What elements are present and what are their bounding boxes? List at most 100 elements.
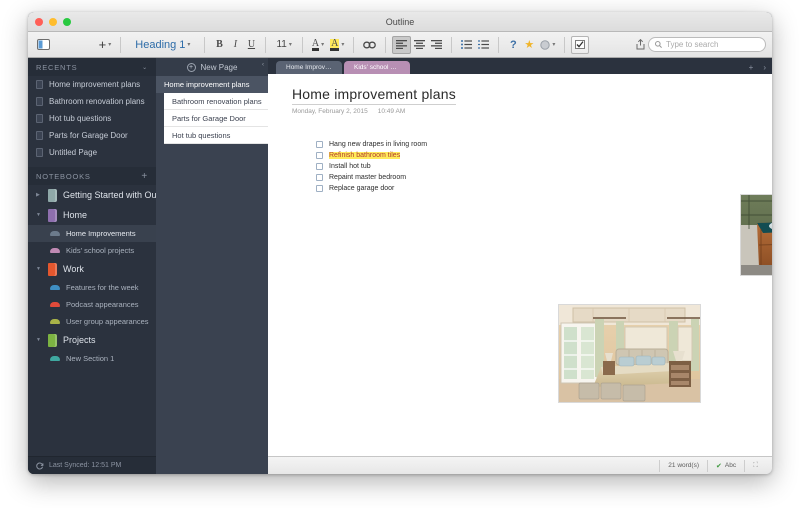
section-row[interactable]: Kids' school projects	[28, 242, 156, 259]
notebook-row[interactable]: ▼ Projects	[28, 330, 156, 350]
checkbox-tool-icon[interactable]	[571, 36, 589, 54]
chevron-down-icon[interactable]: ▾	[108, 41, 111, 48]
tab-overflow-button[interactable]: ›	[763, 63, 766, 72]
search-icon	[655, 41, 662, 48]
new-tab-button[interactable]: +	[749, 63, 754, 72]
todo-list: Hang new drapes in living room Refinish b…	[316, 139, 772, 193]
document-page[interactable]: Home improvement plans Monday, February …	[268, 74, 772, 456]
page-icon	[36, 80, 43, 89]
share-icon[interactable]	[632, 36, 648, 54]
bold-button[interactable]: B	[211, 36, 227, 54]
chevron-down-icon[interactable]: ▾	[341, 41, 344, 48]
numbered-list-icon[interactable]	[475, 36, 492, 54]
disclosure-triangle-icon[interactable]: ▼	[36, 212, 42, 218]
page-list-chevron-icon[interactable]: ‹	[262, 62, 264, 68]
document-tab[interactable]: Home Improvem...	[276, 61, 342, 74]
add-notebook-button[interactable]: +	[141, 171, 148, 182]
section-row[interactable]: Podcast appearances	[28, 296, 156, 313]
star-icon[interactable]: ★	[521, 36, 537, 54]
align-right-icon[interactable]	[428, 36, 445, 54]
bullet-list-icon[interactable]	[458, 36, 475, 54]
title-bar: Outline	[28, 12, 772, 32]
recent-item[interactable]: Home improvement plans	[28, 76, 156, 93]
new-page-button[interactable]: + New Page	[156, 58, 268, 76]
todo-checkbox[interactable]	[316, 174, 323, 181]
recent-item[interactable]: Parts for Garage Door	[28, 127, 156, 144]
bedroom-photo[interactable]	[558, 304, 701, 403]
chevron-down-icon[interactable]: ▾	[187, 41, 190, 48]
highlight-color-label: A	[330, 39, 339, 51]
minimize-window-button[interactable]	[49, 18, 57, 26]
document-tab[interactable]: Kids' school proj...	[344, 61, 410, 74]
page-list-item[interactable]: Bathroom renovation plans	[164, 93, 268, 110]
tab-strip-controls: + ›	[749, 63, 766, 72]
notebook-row[interactable]: ▶Getting Started with Outl	[28, 185, 156, 205]
sidebar-toggle-icon[interactable]	[34, 36, 53, 54]
align-left-icon[interactable]	[392, 36, 411, 54]
resize-handle-icon[interactable]: ⛶	[744, 460, 766, 472]
recent-item-label: Untitled Page	[49, 148, 97, 157]
paragraph-style-dropdown[interactable]: Heading 1 ▾	[127, 36, 198, 54]
section-row[interactable]: User group appearances	[28, 313, 156, 330]
tag-icon[interactable]: ▾	[537, 36, 558, 54]
section-row[interactable]: Features for the week	[28, 279, 156, 296]
recent-item[interactable]: Hot tub questions	[28, 110, 156, 127]
todo-item[interactable]: Replace garage door	[316, 183, 772, 193]
chevron-down-icon[interactable]: ▾	[552, 41, 555, 48]
section-label: Podcast appearances	[66, 300, 139, 309]
todo-checkbox[interactable]	[316, 185, 323, 192]
notebook-label: Projects	[63, 335, 96, 345]
page-meta: Monday, February 2, 2015 10:49 AM	[292, 108, 772, 115]
link-icon[interactable]	[360, 36, 379, 54]
window-controls[interactable]	[35, 18, 71, 26]
disclosure-triangle-icon[interactable]: ▶	[36, 192, 42, 198]
toolbar-divider	[204, 37, 205, 53]
font-size-dropdown[interactable]: 11 ▾	[272, 36, 295, 54]
todo-checkbox[interactable]	[316, 141, 323, 148]
search-input[interactable]: Type to search	[648, 37, 766, 52]
section-row[interactable]: Home Improvements	[28, 225, 156, 242]
chevron-down-icon[interactable]: ▾	[321, 41, 324, 48]
recent-item[interactable]: Bathroom renovation plans	[28, 93, 156, 110]
add-button[interactable]: + ▾	[96, 36, 115, 54]
disclosure-triangle-icon[interactable]: ▼	[36, 266, 42, 272]
section-row[interactable]: New Section 1	[28, 350, 156, 367]
add-label: +	[99, 37, 107, 52]
sidebar: RECENTS ⌄ Home improvement plansBathroom…	[28, 58, 156, 474]
section-tab-icon	[50, 302, 60, 307]
todo-checkbox[interactable]	[316, 152, 323, 159]
document-tab-strip: Home Improvem...Kids' school proj... + ›	[268, 58, 772, 74]
disclosure-triangle-icon[interactable]: ▼	[36, 337, 42, 343]
toolbar-divider	[353, 37, 354, 53]
notebook-row[interactable]: ▼Home	[28, 205, 156, 225]
highlight-color-button[interactable]: A ▾	[327, 36, 347, 54]
notebook-row[interactable]: ▼Work	[28, 259, 156, 279]
font-color-button[interactable]: A ▾	[309, 36, 327, 54]
spellcheck-status[interactable]: ✔ Abc	[707, 460, 744, 472]
sync-status-bar: Last Synced: 12:51 PM	[28, 456, 156, 474]
recent-item[interactable]: Untitled Page	[28, 144, 156, 161]
italic-button[interactable]: I	[227, 36, 243, 54]
page-list-item[interactable]: Home improvement plans	[156, 76, 268, 93]
page-list-item[interactable]: Hot tub questions	[164, 127, 268, 144]
todo-item[interactable]: Hang new drapes in living room	[316, 139, 772, 149]
chevron-down-icon[interactable]: ⌄	[142, 64, 148, 71]
chevron-down-icon[interactable]: ▾	[289, 41, 292, 48]
page-list-item[interactable]: Parts for Garage Door	[164, 110, 268, 127]
todo-label: Hang new drapes in living room	[329, 141, 427, 148]
page-title[interactable]: Home improvement plans	[292, 86, 456, 105]
section-label: Kids' school projects	[66, 246, 134, 255]
notebook-icon	[48, 189, 57, 202]
hot-tub-photo[interactable]	[740, 194, 772, 276]
todo-item[interactable]: Install hot tub	[316, 161, 772, 171]
recents-header[interactable]: RECENTS ⌄	[28, 58, 156, 76]
underline-button[interactable]: U	[243, 36, 259, 54]
close-window-button[interactable]	[35, 18, 43, 26]
todo-item[interactable]: Repaint master bedroom	[316, 172, 772, 182]
todo-checkbox[interactable]	[316, 163, 323, 170]
maximize-window-button[interactable]	[63, 18, 71, 26]
help-icon[interactable]: ?	[505, 36, 521, 54]
align-center-icon[interactable]	[411, 36, 428, 54]
todo-item[interactable]: Refinish bathroom tiles	[316, 150, 772, 160]
notebook-icon	[48, 334, 57, 347]
